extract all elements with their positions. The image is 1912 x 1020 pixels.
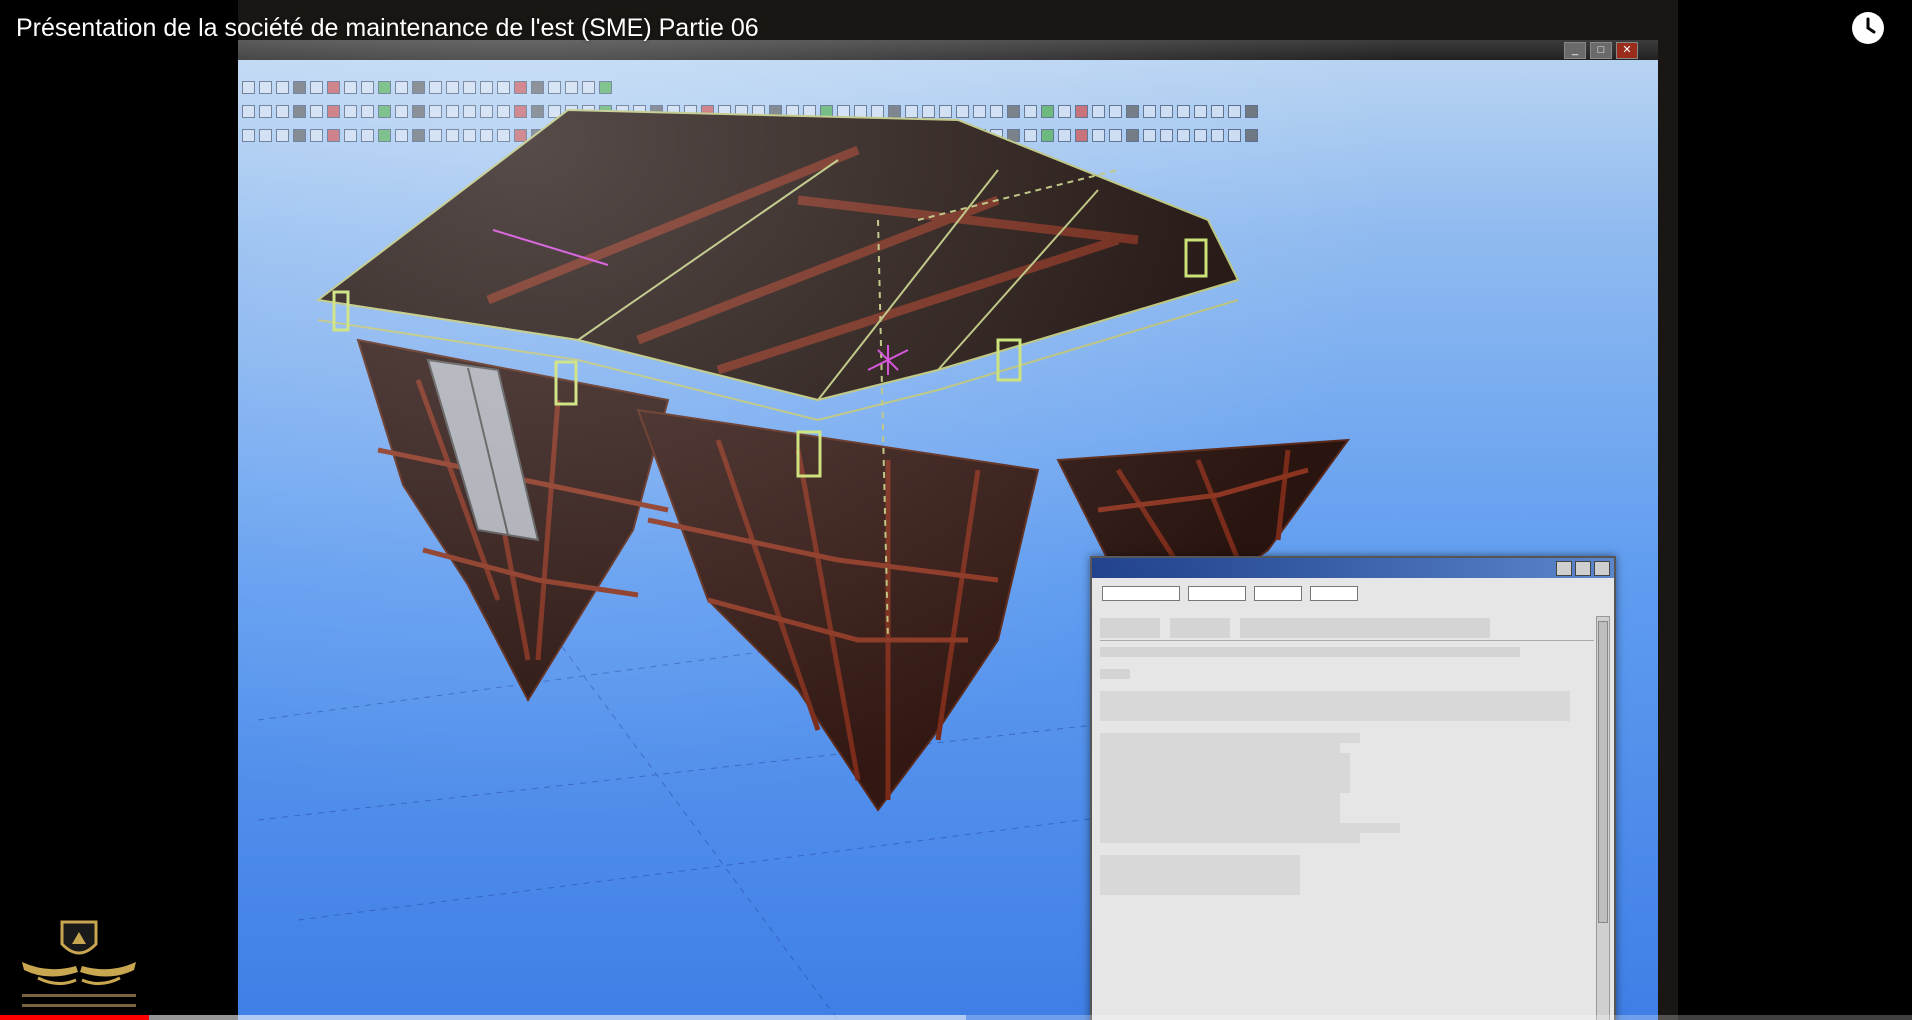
roof-deck (315, 108, 1240, 402)
video-player[interactable]: _ □ ✕ (0, 0, 1912, 1020)
cad-screen: _ □ ✕ (238, 40, 1658, 1020)
dialog-maximize-button[interactable] (1575, 561, 1591, 576)
phase-field[interactable] (1254, 586, 1302, 601)
id-field[interactable] (1102, 586, 1180, 601)
dialog-titlebar[interactable] (1092, 558, 1614, 578)
dialog-scrollbar[interactable] (1596, 616, 1610, 1020)
type-field[interactable] (1188, 586, 1246, 601)
attributes-section (1100, 733, 1594, 843)
property-row (1100, 647, 1520, 657)
property-table-header (1100, 616, 1594, 641)
material-section (1100, 855, 1594, 895)
arab-defense-forum-logo (22, 920, 136, 1007)
clock-icon-glyph (1854, 14, 1882, 42)
video-title[interactable]: Présentation de la société de maintenanc… (16, 14, 759, 43)
video-progress-bar[interactable] (0, 1015, 1912, 1020)
phase-plate-field[interactable] (1310, 586, 1358, 601)
dialog-minimize-button[interactable] (1556, 561, 1572, 576)
scrollbar-thumb[interactable] (1598, 621, 1608, 923)
object-info-dialog[interactable] (1090, 556, 1616, 1020)
coordinates-section (1100, 669, 1594, 721)
clock-icon[interactable] (1852, 12, 1884, 44)
progress-played (0, 1015, 150, 1020)
dialog-close-button[interactable] (1594, 561, 1610, 576)
video-frame[interactable]: _ □ ✕ (238, 0, 1678, 1020)
dialog-properties (1100, 616, 1594, 1020)
dialog-header-fields (1092, 578, 1614, 609)
